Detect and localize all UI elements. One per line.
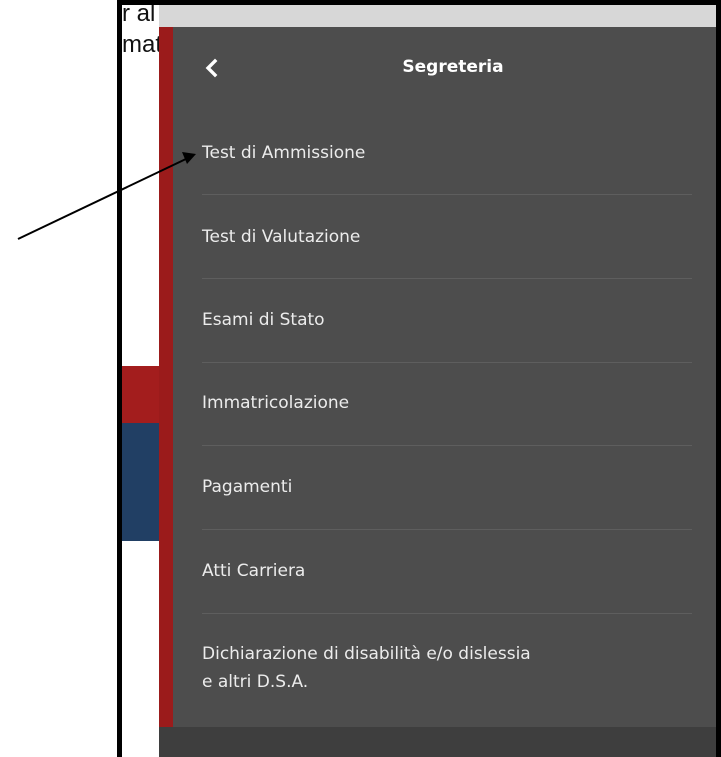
background-page-text-line2: mat xyxy=(122,31,163,58)
side-menu-title: Segreteria xyxy=(402,57,504,77)
side-menu-panel: Segreteria Test di Ammissione Test di Va… xyxy=(173,27,716,727)
menu-item-pagamenti[interactable]: Pagamenti xyxy=(173,447,716,531)
background-red-band xyxy=(122,366,162,423)
screenshot-frame: r al mat Segreteria Test di Ammissione T… xyxy=(117,0,721,757)
menu-item-esami-di-stato[interactable]: Esami di Stato xyxy=(173,280,716,363)
side-menu-header: Segreteria xyxy=(173,27,716,112)
menu-item-immatricolazione[interactable]: Immatricolazione xyxy=(173,363,716,447)
frame-border xyxy=(117,0,721,5)
menu-item-label-line1: Dichiarazione di disabilità e/o dislessi… xyxy=(202,644,531,664)
top-strip xyxy=(159,5,721,27)
menu-item-label: Esami di Stato xyxy=(202,310,325,330)
side-menu-footer xyxy=(159,727,721,757)
menu-divider xyxy=(202,278,692,279)
menu-item-label: Pagamenti xyxy=(202,477,293,497)
frame-border xyxy=(716,0,721,757)
menu-item-label: Test di Ammissione xyxy=(202,143,366,163)
background-blue-band xyxy=(122,423,162,541)
frame-border xyxy=(117,0,122,757)
menu-item-test-di-ammissione[interactable]: Test di Ammissione xyxy=(173,112,716,196)
menu-item-label: Immatricolazione xyxy=(202,393,350,413)
background-page-text-line1: r al xyxy=(122,0,156,27)
menu-item-atti-carriera[interactable]: Atti Carriera xyxy=(173,531,716,614)
menu-item-label: Atti Carriera xyxy=(202,561,306,581)
menu-item-label-line2: e altri D.S.A. xyxy=(202,672,309,692)
menu-divider xyxy=(202,529,692,530)
menu-divider xyxy=(202,194,692,195)
menu-item-dichiarazione-disabilita[interactable]: Dichiarazione di disabilità e/o dislessi… xyxy=(173,614,716,724)
menu-divider xyxy=(202,445,692,446)
menu-item-label: Test di Valutazione xyxy=(202,227,361,247)
menu-item-test-di-valutazione[interactable]: Test di Valutazione xyxy=(173,196,716,280)
